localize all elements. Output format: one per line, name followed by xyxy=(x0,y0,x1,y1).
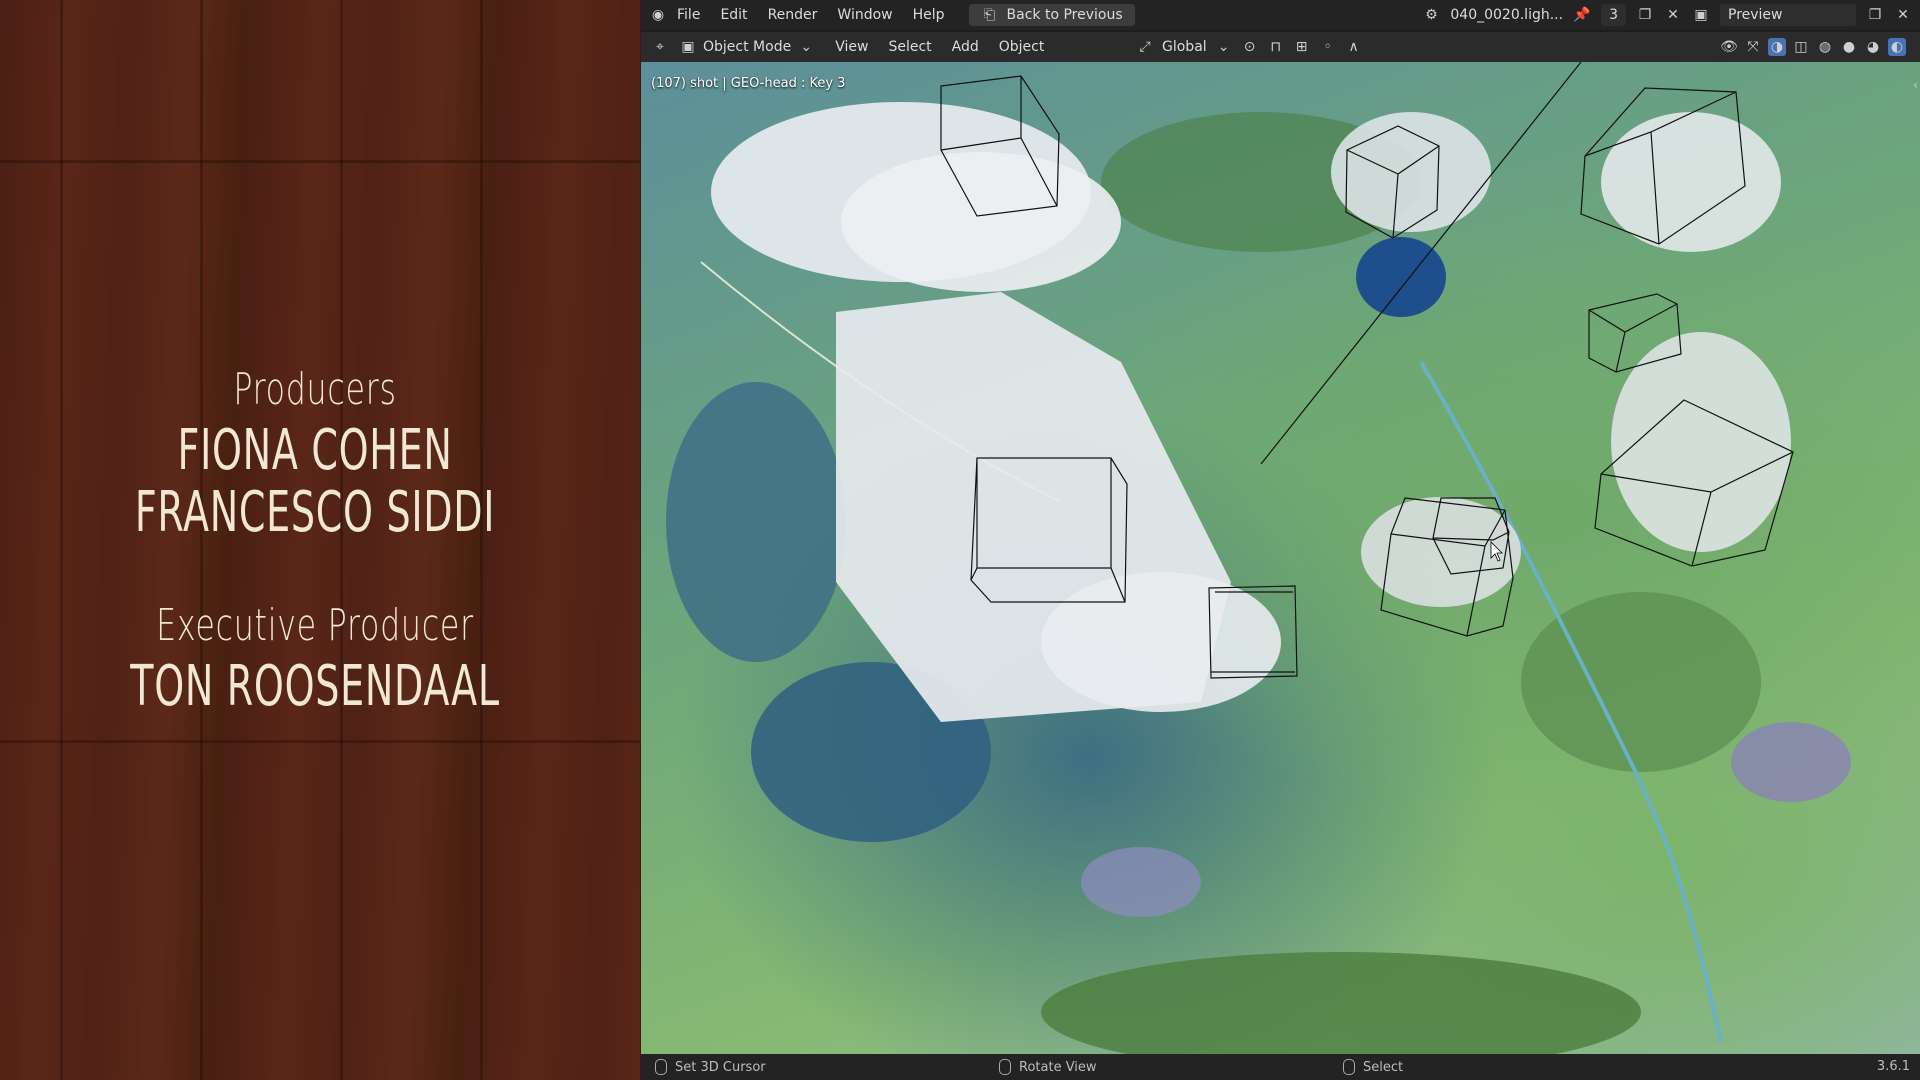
scene-render xyxy=(666,62,1851,1054)
status-bar: Set 3D Cursor Rotate View Select 3.6.1 xyxy=(641,1054,1920,1080)
mode-label: Object Mode xyxy=(703,39,792,55)
header-shading: 👁 ⤧ ◑ ◫ ◍ ● ◕ ◐ xyxy=(1720,32,1906,62)
top-bar: ◉ File Edit Render Window Help ⎗ Back to… xyxy=(641,0,1920,30)
blender-logo-icon[interactable]: ◉ xyxy=(649,6,667,24)
field-patch xyxy=(1731,722,1851,802)
menu-select[interactable]: Select xyxy=(878,32,941,62)
overlays-icon[interactable]: ◑ xyxy=(1768,38,1786,56)
blender-window: ◉ File Edit Render Window Help ⎗ Back to… xyxy=(641,0,1920,1080)
chevron-down-icon[interactable]: ⌄ xyxy=(1215,38,1233,56)
exec-producer-name: TON ROOSENDAAL xyxy=(130,654,500,719)
mouse-middle-icon xyxy=(999,1059,1011,1075)
viewport-header: ⌖ ▣ Object Mode ⌄ View Select Add Object… xyxy=(641,32,1920,62)
mouse-left-icon xyxy=(655,1059,667,1075)
menu-file[interactable]: File xyxy=(667,0,710,30)
mouse-right-icon xyxy=(1343,1059,1355,1075)
orientation-label[interactable]: Global xyxy=(1162,39,1207,55)
view-layer-icon[interactable]: ▣ xyxy=(1692,6,1710,24)
exec-producer-role: Executive Producer xyxy=(156,600,474,651)
pivot-icon[interactable]: ⊙ xyxy=(1241,38,1259,56)
cloud xyxy=(1331,112,1491,232)
remove-scene-icon[interactable]: ✕ xyxy=(1664,6,1682,24)
proportional-edit-icon[interactable]: ◦ xyxy=(1319,38,1337,56)
status-right-click: Select xyxy=(1343,1059,1673,1075)
editor-type-icon[interactable]: ⌖ xyxy=(651,38,669,56)
gizmo-icon[interactable]: ⤧ xyxy=(1744,38,1762,56)
visibility-icon[interactable]: 👁 xyxy=(1720,38,1738,56)
object-mode-icon: ▣ xyxy=(681,39,695,55)
producer-name-1: FIONA COHEN xyxy=(177,418,453,483)
3d-viewport[interactable]: (107) shot | GEO-head : Key 3 ‹ xyxy=(641,62,1920,1054)
chevron-down-icon: ⌄ xyxy=(800,39,813,55)
menu-window[interactable]: Window xyxy=(827,0,902,30)
forest xyxy=(1521,592,1761,772)
menu-edit[interactable]: Edit xyxy=(710,0,757,30)
scene-name[interactable]: 040_0020.ligh... xyxy=(1450,7,1563,23)
menu-render[interactable]: Render xyxy=(758,0,828,30)
mode-select[interactable]: ▣ Object Mode ⌄ xyxy=(669,38,825,56)
menu-view[interactable]: View xyxy=(825,32,878,62)
back-to-previous-button[interactable]: ⎗ Back to Previous xyxy=(968,4,1135,26)
menu-object[interactable]: Object xyxy=(989,32,1055,62)
duplicate-scene-icon[interactable]: ❐ xyxy=(1636,6,1654,24)
material-shading-icon[interactable]: ◕ xyxy=(1864,38,1882,56)
producer-name-2: FRANCESCO SIDDI xyxy=(134,480,496,545)
cloud xyxy=(1601,112,1781,252)
credits-block: Producers FIONA COHEN FRANCESCO SIDDI Ex… xyxy=(0,360,630,718)
scene-icon[interactable]: ⚙ xyxy=(1422,6,1440,24)
wireframe-shading-icon[interactable]: ◍ xyxy=(1816,38,1834,56)
back-button-label: Back to Previous xyxy=(1006,7,1123,23)
cloud xyxy=(1041,572,1281,712)
status-middle-click: Rotate View xyxy=(999,1059,1329,1075)
orientation-icon[interactable]: ⤢ xyxy=(1136,38,1154,56)
sidebar-toggle-icon[interactable]: ‹ xyxy=(1913,78,1918,92)
layer-count[interactable]: 3 xyxy=(1601,4,1626,26)
forest xyxy=(1041,952,1641,1054)
status-right-label: Select xyxy=(1363,1059,1404,1075)
screen-back-icon: ⎗ xyxy=(983,7,996,23)
remove-view-layer-icon[interactable]: ✕ xyxy=(1894,6,1912,24)
view-layer-name[interactable]: Preview xyxy=(1720,4,1856,26)
water-patch xyxy=(666,382,846,662)
menu-add[interactable]: Add xyxy=(942,32,989,62)
cloud xyxy=(841,152,1121,292)
header-transform-tools: ⤢ Global ⌄ ⊙ ⊓ ⊞ ◦ ∧ xyxy=(1136,32,1363,62)
wood-grain xyxy=(0,160,640,163)
topbar-right: ⚙ 040_0020.ligh... 📌 3 ❐ ✕ ▣ Preview ❐ ✕ xyxy=(1422,0,1912,30)
version-label: 3.6.1 xyxy=(1876,1059,1910,1074)
rendered-shading-icon[interactable]: ◐ xyxy=(1888,38,1906,56)
status-middle-label: Rotate View xyxy=(1019,1059,1097,1075)
cloud xyxy=(1611,332,1791,552)
new-view-layer-icon[interactable]: ❐ xyxy=(1866,6,1884,24)
snap-icon[interactable]: ⊓ xyxy=(1267,38,1285,56)
field-patch xyxy=(1081,847,1201,917)
status-left-click: Set 3D Cursor xyxy=(655,1059,985,1075)
viewport-info: (107) shot | GEO-head : Key 3 xyxy=(651,76,846,91)
solid-shading-icon[interactable]: ● xyxy=(1840,38,1858,56)
snap-target-icon[interactable]: ⊞ xyxy=(1293,38,1311,56)
menu-help[interactable]: Help xyxy=(903,0,955,30)
producers-role: Producers xyxy=(233,364,397,415)
credits-panel: Producers FIONA COHEN FRANCESCO SIDDI Ex… xyxy=(0,0,640,1080)
falloff-icon[interactable]: ∧ xyxy=(1345,38,1363,56)
pin-icon[interactable]: 📌 xyxy=(1573,6,1591,24)
status-left-label: Set 3D Cursor xyxy=(675,1059,766,1075)
xray-icon[interactable]: ◫ xyxy=(1792,38,1810,56)
wood-grain xyxy=(0,740,640,743)
